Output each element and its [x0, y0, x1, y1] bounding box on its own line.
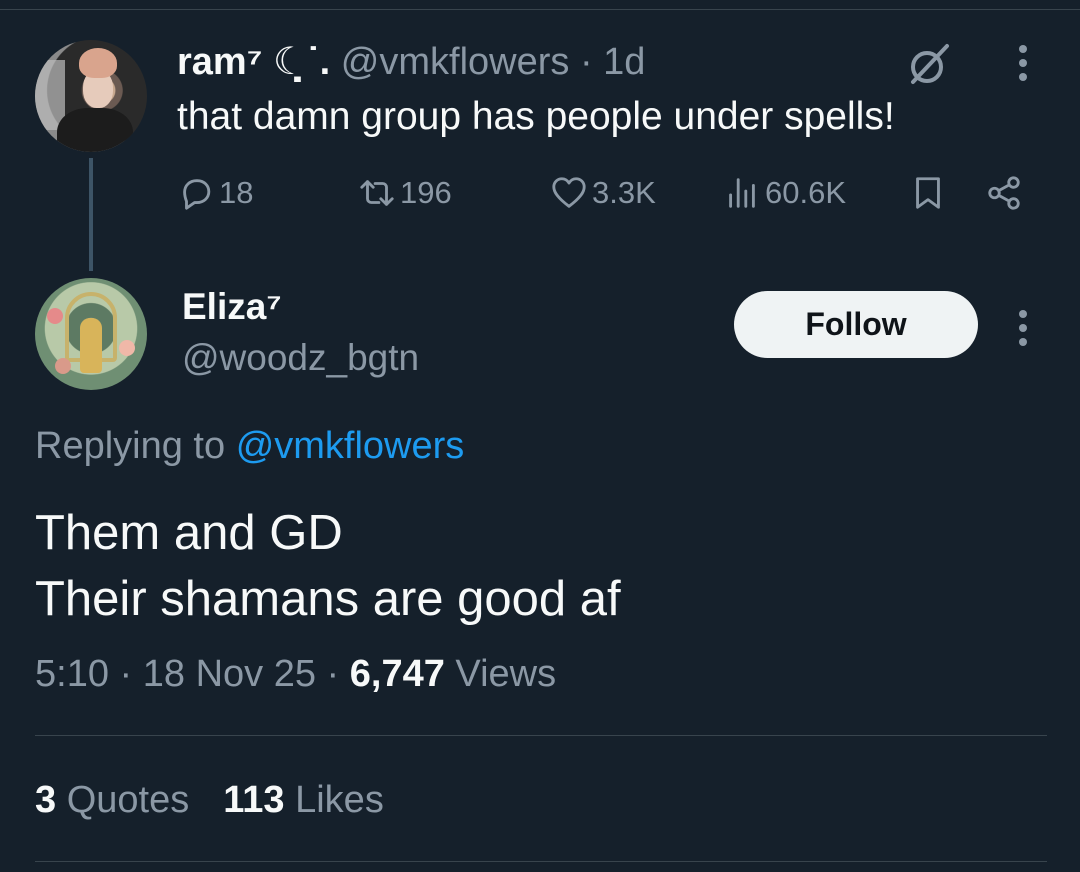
meta-separator: ·	[326, 653, 340, 695]
parent-tweet-header: ram⁷ ☾̣˙. @vmkflowers · 1d	[177, 38, 645, 86]
tweet-date[interactable]: 18 Nov 25	[143, 653, 316, 695]
reply-action[interactable]: 18	[177, 170, 253, 216]
replying-to-line: Replying to @vmkflowers	[35, 422, 464, 470]
main-handle[interactable]: @woodz_bgtn	[182, 334, 419, 382]
quotes-count: 3	[35, 779, 57, 821]
parent-handle[interactable]: @vmkflowers	[341, 41, 570, 83]
stats-divider-bottom	[35, 861, 1047, 862]
thread-connector-line	[89, 158, 93, 271]
views-total: 6,747	[349, 653, 445, 695]
reply-icon	[183, 179, 211, 210]
likes-label: Likes	[295, 779, 384, 821]
parent-avatar[interactable]	[35, 40, 147, 152]
parent-separator: ·	[579, 41, 593, 83]
avatar-coat-shape	[57, 108, 133, 152]
views-label: Views	[455, 653, 557, 695]
reply-count: 18	[219, 175, 254, 210]
bookmark-icon	[916, 177, 940, 209]
stats-divider-top	[35, 735, 1047, 736]
more-vertical-icon[interactable]	[1013, 304, 1033, 354]
more-vertical-icon[interactable]	[1013, 39, 1033, 89]
share-action[interactable]	[985, 170, 1027, 216]
share-icon	[988, 176, 1020, 210]
follow-button[interactable]: Follow	[734, 291, 978, 358]
main-avatar[interactable]	[35, 278, 147, 390]
parent-time-ago[interactable]: 1d	[603, 41, 645, 83]
views-count: 60.6K	[765, 175, 847, 210]
main-tweet-line-2: Their shamans are good af	[35, 572, 621, 626]
grok-icon[interactable]	[905, 40, 953, 88]
retweet-count: 196	[400, 175, 452, 210]
main-tweet-line-1: Them and GD	[35, 506, 343, 560]
replying-to-mention[interactable]: @vmkflowers	[236, 425, 465, 467]
likes-count: 113	[223, 779, 285, 821]
avatar-flower-shape	[119, 340, 135, 356]
like-action[interactable]: 3.3K	[550, 170, 656, 216]
quotes-label: Quotes	[66, 779, 190, 821]
views-action[interactable]: 60.6K	[723, 170, 846, 216]
bar-chart-icon	[729, 178, 755, 208]
parent-display-name[interactable]: ram⁷ ☾̣˙.	[177, 41, 330, 83]
top-divider	[0, 9, 1080, 10]
likes-stat[interactable]: 113 Likes	[223, 779, 384, 821]
heart-icon	[552, 177, 586, 208]
engagement-stats: 3 Quotes 113 Likes	[35, 776, 384, 824]
avatar-hair-shape	[79, 48, 117, 78]
main-display-name[interactable]: Eliza⁷	[182, 283, 282, 331]
main-tweet-text: Them and GD Their shamans are good af	[35, 500, 621, 632]
tweet-time[interactable]: 5:10	[35, 653, 109, 695]
meta-separator: ·	[119, 653, 133, 695]
bookmark-action[interactable]	[909, 170, 951, 216]
tweet-meta: 5:10 · 18 Nov 25 · 6,747 Views	[35, 650, 556, 698]
avatar-figure-shape	[80, 318, 102, 373]
avatar-flower-shape	[55, 358, 71, 374]
retweet-action[interactable]: 196	[358, 170, 452, 216]
replying-prefix: Replying to	[35, 425, 226, 467]
retweet-icon	[360, 180, 394, 206]
like-count: 3.3K	[592, 175, 656, 210]
parent-tweet-text: that damn group has people under spells!	[177, 95, 895, 138]
quotes-stat[interactable]: 3 Quotes	[35, 779, 189, 821]
avatar-flower-shape	[47, 308, 63, 324]
